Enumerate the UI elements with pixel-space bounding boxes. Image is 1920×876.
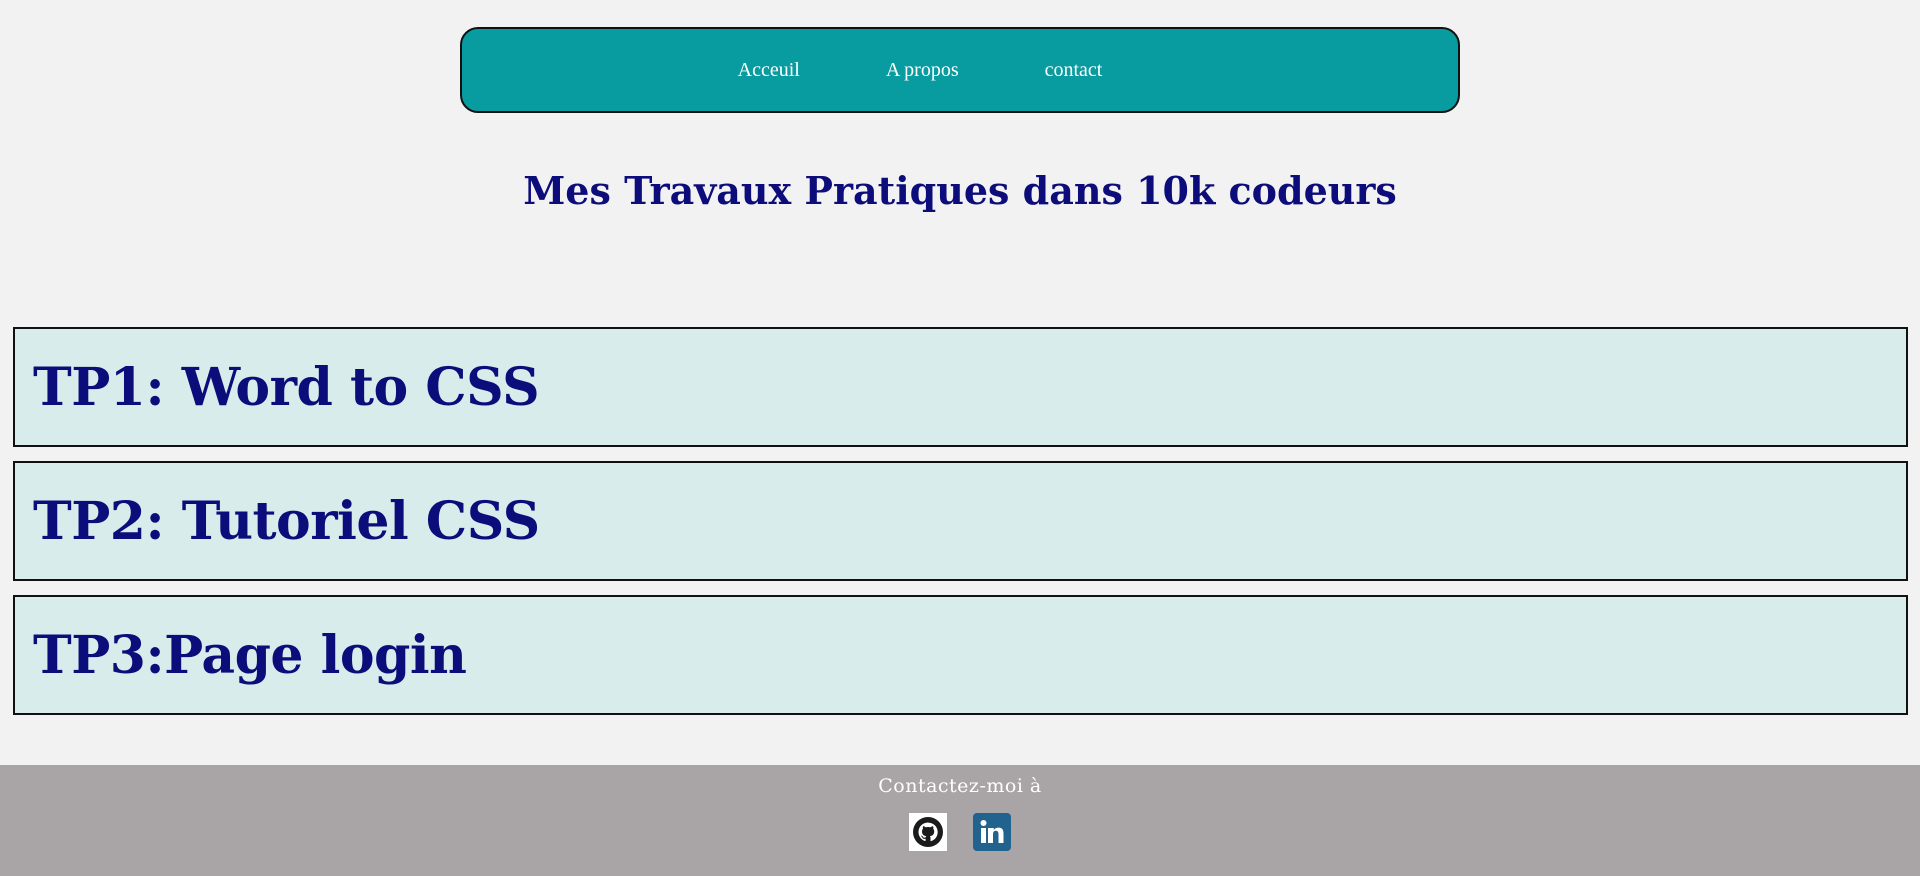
- tp-card-3[interactable]: TP3:Page login: [13, 595, 1908, 715]
- page-title: Mes Travaux Pratiques dans 10k codeurs: [523, 168, 1397, 213]
- github-icon[interactable]: [909, 813, 947, 851]
- page: Acceuil A propos contact Mes Travaux Pra…: [0, 0, 1920, 876]
- nav-link-a-propos[interactable]: A propos: [843, 59, 1002, 82]
- top-navbar: Acceuil A propos contact: [460, 27, 1460, 113]
- nav-link-acceuil[interactable]: Acceuil: [695, 59, 843, 82]
- tp-list: TP1: Word to CSS TP2: Tutoriel CSS TP3:P…: [13, 327, 1908, 729]
- social-links: [0, 813, 1920, 851]
- linkedin-icon[interactable]: [973, 813, 1011, 851]
- tp-title-3: TP3:Page login: [33, 624, 467, 686]
- nav-links: Acceuil A propos contact: [695, 59, 1146, 82]
- tp-title-1: TP1: Word to CSS: [33, 356, 540, 418]
- tp-card-1[interactable]: TP1: Word to CSS: [13, 327, 1908, 447]
- footer: Contactez-moi à: [0, 765, 1920, 876]
- tp-card-2[interactable]: TP2: Tutoriel CSS: [13, 461, 1908, 581]
- tp-title-2: TP2: Tutoriel CSS: [33, 490, 540, 552]
- nav-link-contact[interactable]: contact: [1002, 59, 1146, 82]
- footer-contact-text: Contactez-moi à: [878, 775, 1042, 797]
